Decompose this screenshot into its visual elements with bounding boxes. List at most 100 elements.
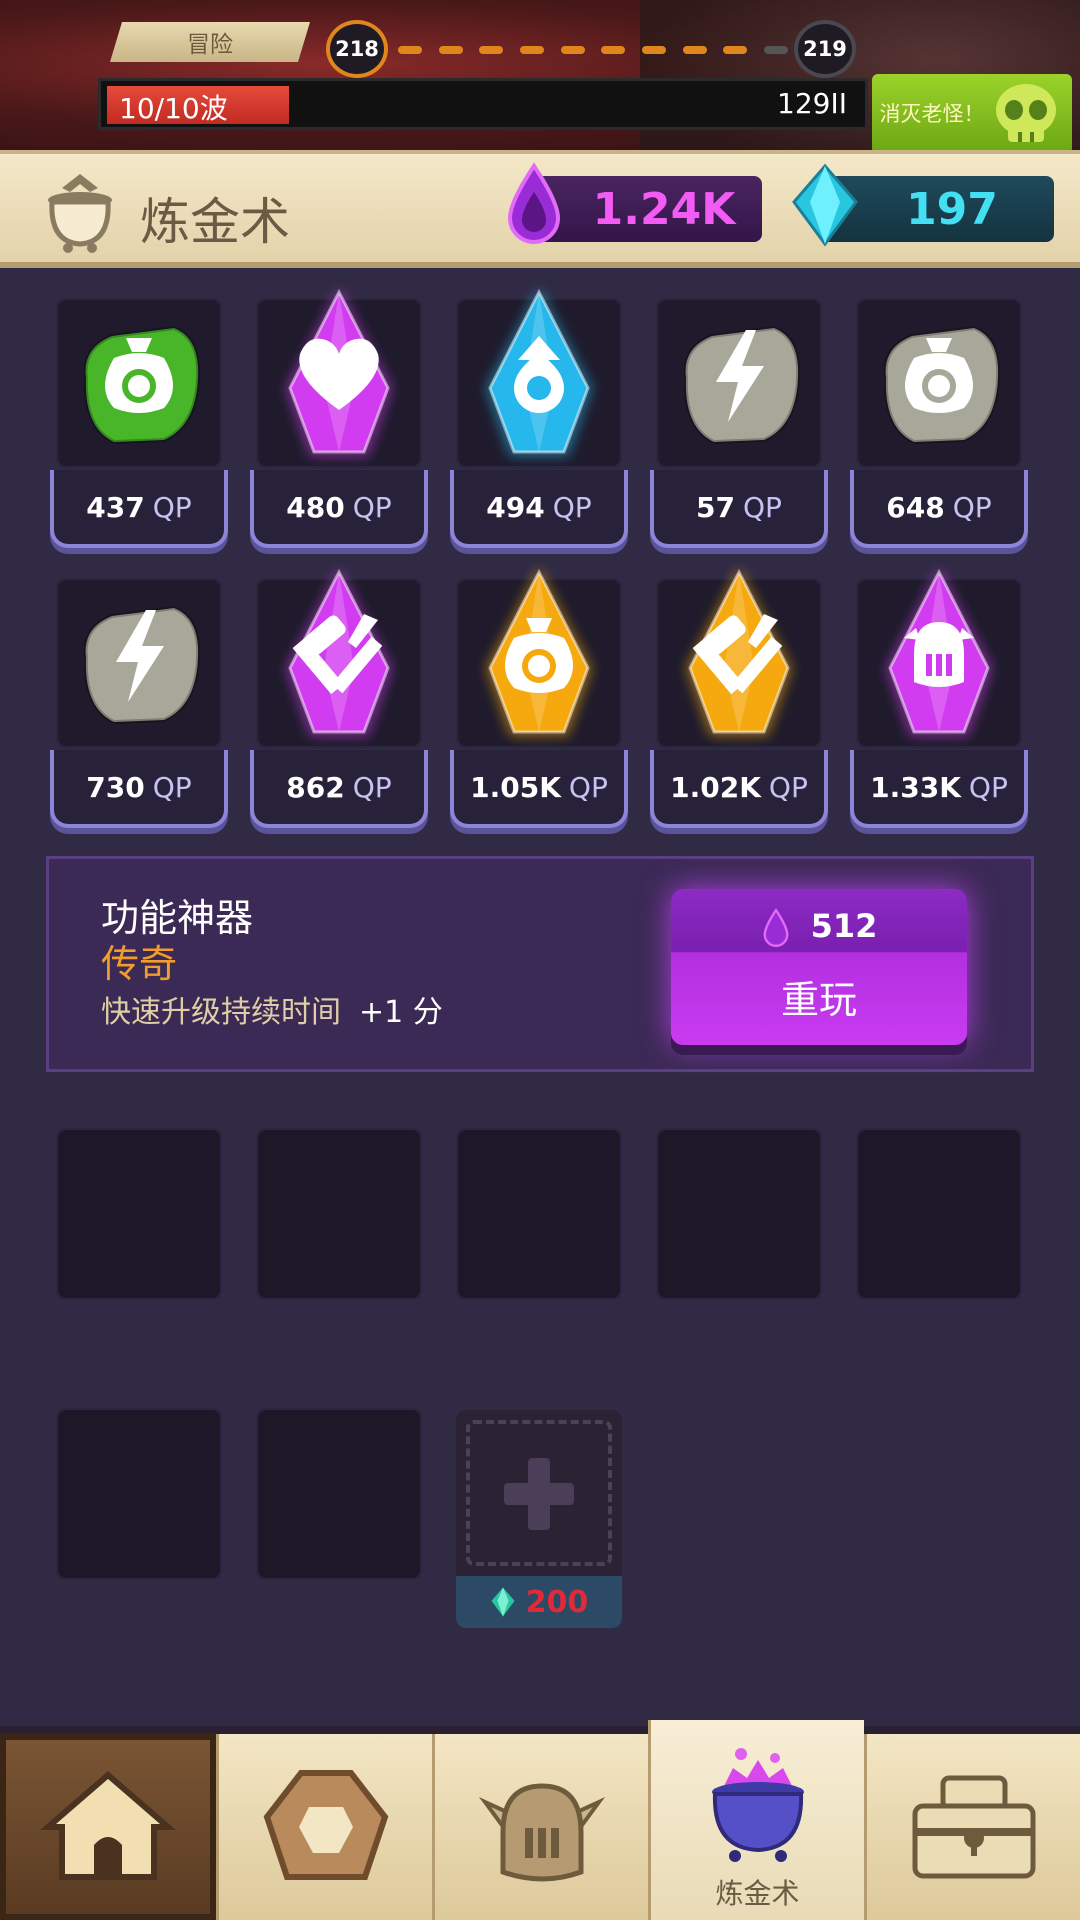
artifact-rarity: 传奇 <box>101 942 178 986</box>
hammer-sword-icon <box>686 568 792 736</box>
artifact-card[interactable]: 862 QP <box>250 568 428 848</box>
artifact-qp-tag: 862 QP <box>250 750 428 828</box>
artifact-qp-tag: 1.05K QP <box>450 750 628 828</box>
empty-artifact-slot[interactable] <box>56 1408 222 1580</box>
artifact-qp-value: 1.02K <box>670 770 761 804</box>
current-stage-node: 218 <box>326 20 388 78</box>
fight-boss-button[interactable]: 消灭老怪！ <box>872 74 1072 154</box>
artifact-qp-unit: QP <box>968 770 1008 804</box>
wave-label: 10/10波 <box>119 92 228 125</box>
artifact-qp-tag: 730 QP <box>50 750 228 828</box>
artifact-effect-bonus: +1 分 <box>359 995 443 1030</box>
artifact-qp-unit: QP <box>768 770 808 804</box>
artifact-slot[interactable]: 1.02K QP <box>650 568 828 828</box>
artifact-slot[interactable]: 730 QP <box>50 578 228 828</box>
cauldron-icon <box>48 174 112 253</box>
artifact-qp-unit: QP <box>352 490 392 524</box>
artifact-card[interactable]: 437 QP <box>50 298 228 568</box>
artifact-qp-tag: 648 QP <box>850 470 1028 548</box>
reroll-cost: 512 <box>671 907 967 948</box>
nav-tab-heroes[interactable] <box>432 1734 648 1920</box>
fight-boss-label: 消灭老怪！ <box>879 102 985 126</box>
elixir-drop-icon <box>507 162 561 244</box>
hammer-sword-icon <box>286 568 392 736</box>
artifact-qp-value: 494 <box>486 490 545 524</box>
artifact-card[interactable]: 1.05K QP <box>450 568 628 848</box>
artifact-qp-unit: QP <box>152 770 192 804</box>
mode-tab-adventure[interactable]: 冒险 <box>110 22 310 62</box>
heart-icon <box>286 288 392 456</box>
buy-slot-price-value: 200 <box>525 1584 589 1620</box>
moneybag-icon <box>883 325 1001 445</box>
artifact-qp-value: 862 <box>286 770 345 804</box>
moneybag-icon <box>486 568 592 736</box>
next-stage-node: 219 <box>794 20 856 78</box>
gem-icon <box>491 1587 515 1617</box>
artifact-card[interactable]: 730 QP <box>50 578 228 848</box>
artifact-card[interactable]: 648 QP <box>850 298 1028 568</box>
artifact-qp-tag: 57 QP <box>650 470 828 548</box>
enemy-hp-value: 129II <box>777 87 847 120</box>
nav-tab-home[interactable] <box>0 1734 216 1920</box>
elixir-drop-icon <box>763 908 789 947</box>
artifact-qp-value: 1.33K <box>870 770 961 804</box>
empty-artifact-slot[interactable] <box>256 1408 422 1580</box>
artifact-effect: 快速升级持续时间 +1 分 <box>101 987 443 1031</box>
artifact-slot[interactable]: 437 QP <box>50 298 228 548</box>
lightning-icon <box>83 605 201 725</box>
empty-artifact-slot[interactable] <box>856 1128 1022 1300</box>
elixir-counter: 1.24K <box>536 176 762 242</box>
skull-icon <box>996 84 1056 142</box>
artifact-card[interactable]: 1.33K QP <box>850 568 1028 848</box>
empty-artifact-slot[interactable] <box>56 1128 222 1300</box>
artifact-card[interactable]: 1.02K QP <box>650 568 828 848</box>
nav-tab-shield[interactable] <box>216 1734 432 1920</box>
artifact-slot[interactable]: 648 QP <box>850 298 1028 548</box>
artifact-effect-text: 快速升级持续时间 <box>101 995 341 1030</box>
reroll-cost-value: 512 <box>810 907 878 945</box>
artifact-slot[interactable]: 1.33K QP <box>850 568 1028 828</box>
artifact-qp-unit: QP <box>152 490 192 524</box>
artifact-qp-tag: 480 QP <box>250 470 428 548</box>
artifact-qp-unit: QP <box>568 770 608 804</box>
helmet-icon <box>886 568 992 736</box>
artifact-qp-value: 437 <box>86 490 145 524</box>
nav-tab-chest[interactable] <box>864 1734 1080 1920</box>
page-title: 炼金术 <box>140 193 290 251</box>
artifact-info-panel: 功能神器 传奇 快速升级持续时间 +1 分 512 重玩 <box>46 856 1034 1072</box>
artifact-slot[interactable]: 57 QP <box>650 298 828 548</box>
alchemy-header: 炼金术 1.24K 197 <box>0 150 1080 268</box>
artifact-slot[interactable]: 1.05K QP <box>450 568 628 828</box>
artifact-qp-unit: QP <box>952 490 992 524</box>
buy-slot-price: 200 <box>456 1576 622 1628</box>
artifact-card[interactable]: 494 QP <box>450 288 628 568</box>
artifact-qp-unit: QP <box>552 490 592 524</box>
reroll-button[interactable]: 512 重玩 <box>671 889 967 1045</box>
wave-progress-bar: 10/10波 129II <box>98 78 868 130</box>
gem-amount: 197 <box>906 183 998 235</box>
artifact-qp-value: 648 <box>886 490 945 524</box>
artifact-card[interactable]: 480 QP <box>250 288 428 568</box>
empty-artifact-slot[interactable] <box>656 1128 822 1300</box>
artifact-slot[interactable]: 494 QP <box>450 288 628 548</box>
battle-status-area: 冒险 218 219 10/10波 129II 消灭老怪！ <box>0 0 1080 160</box>
artifact-qp-value: 730 <box>86 770 145 804</box>
hero-helmet-icon <box>478 1783 605 1882</box>
artifact-qp-tag: 494 QP <box>450 470 628 548</box>
artifact-qp-value: 1.05K <box>470 770 561 804</box>
gem-icon <box>792 163 858 247</box>
reroll-label: 重玩 <box>780 978 857 1022</box>
artifact-slot[interactable]: 862 QP <box>250 568 428 828</box>
artifact-card[interactable]: 57 QP <box>650 298 828 568</box>
nav-tab-alchemy-label: 炼金术 <box>715 1877 800 1910</box>
artifact-slot[interactable]: 480 QP <box>250 288 428 548</box>
elixir-icon <box>486 288 592 456</box>
treasure-chest-icon <box>912 1775 1035 1879</box>
elixir-amount: 1.24K <box>592 183 736 235</box>
empty-artifact-slot[interactable] <box>256 1128 422 1300</box>
empty-artifact-slot[interactable] <box>456 1128 622 1300</box>
nav-tab-alchemy[interactable]: 炼金术 <box>648 1720 864 1920</box>
buy-slot-button[interactable]: 200 <box>456 1410 622 1628</box>
artifact-qp-tag: 1.02K QP <box>650 750 828 828</box>
bottom-navigation: 炼金术 <box>0 1720 1080 1920</box>
